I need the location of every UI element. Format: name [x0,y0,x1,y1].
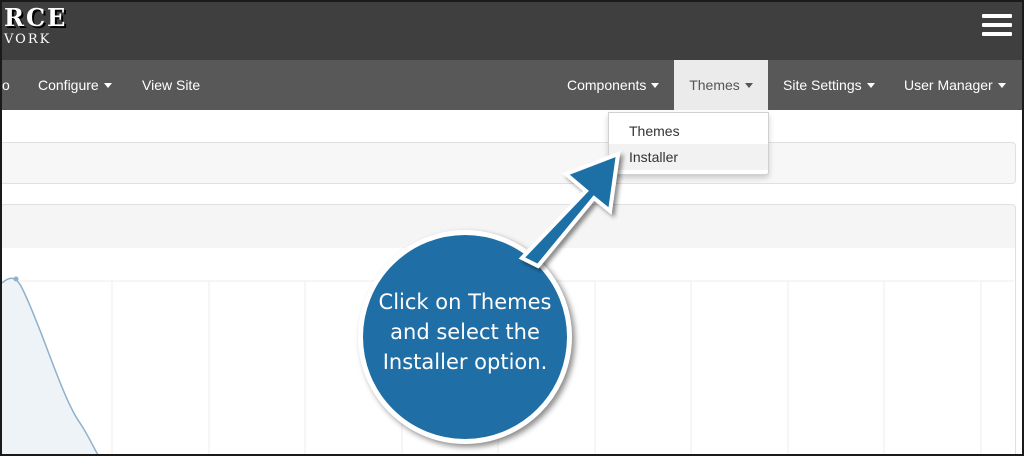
pointer-arrow [518,150,621,269]
screenshot-frame: RCE VORK o Configure View Site Component… [0,0,1024,456]
